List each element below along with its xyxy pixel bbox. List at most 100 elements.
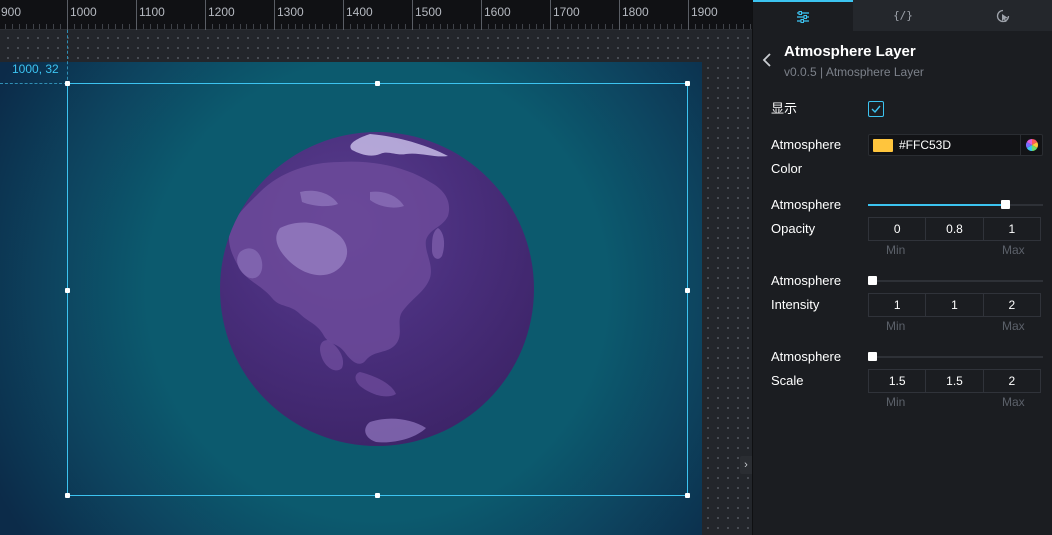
scale-value-input[interactable]: 1.5 [925, 369, 984, 393]
scale-min-input[interactable]: 1.5 [868, 369, 927, 393]
panel-subtitle: v0.0.5 | Atmosphere Layer [784, 65, 924, 79]
ruler-minor-tick [625, 24, 627, 29]
ruler-minor-tick [694, 24, 696, 29]
scale-max-caption: Max [1002, 395, 1025, 409]
ruler-minor-tick [336, 24, 338, 29]
ruler-minor-tick [149, 24, 151, 29]
color-picker-button[interactable] [1020, 135, 1042, 155]
show-checkbox[interactable] [868, 101, 884, 117]
opacity-min-input[interactable]: 0 [868, 217, 927, 241]
ruler-minor-tick [225, 24, 227, 29]
intensity-max-input[interactable]: 2 [982, 293, 1041, 317]
tab-style[interactable] [753, 0, 853, 31]
ruler-minor-tick [301, 24, 303, 29]
back-arrow-icon[interactable] [760, 51, 774, 69]
intensity-max-caption: Max [1002, 319, 1025, 333]
atmosphere-intensity-slider[interactable] [868, 276, 1043, 286]
atmosphere-intensity-range-inputs: 1 1 2 [868, 293, 1043, 317]
ruler-major-tick [412, 0, 413, 30]
opacity-value-input[interactable]: 0.8 [925, 217, 984, 241]
ruler-major-tick [274, 0, 275, 30]
ruler-minor-tick [729, 24, 731, 29]
ruler-minor-tick [87, 24, 89, 29]
tab-data[interactable]: {/} [853, 0, 953, 31]
ruler-minor-tick [612, 24, 614, 29]
ruler-minor-tick [108, 24, 110, 29]
ruler-minor-tick [515, 24, 517, 29]
ruler-minor-tick [598, 24, 600, 29]
sliders-icon [797, 10, 809, 23]
ruler-minor-tick [101, 24, 103, 29]
ruler-minor-tick [18, 24, 20, 29]
slider-thumb[interactable] [1000, 200, 1010, 209]
interaction-icon [996, 9, 1010, 22]
resize-handle-bottom[interactable] [375, 493, 380, 498]
ruler-tick-label: 1400 [346, 5, 373, 19]
intensity-value-input[interactable]: 1 [925, 293, 984, 317]
ruler-minor-tick [184, 24, 186, 29]
atmosphere-scale-label-line1: Atmosphere [771, 349, 842, 364]
atmosphere-opacity-slider[interactable] [868, 200, 1043, 210]
resize-handle-bottom-left[interactable] [65, 493, 70, 498]
resize-handle-bottom-right[interactable] [685, 493, 690, 498]
ruler-minor-tick [122, 24, 124, 29]
ruler-minor-tick [653, 24, 655, 29]
ruler-tick-label: 1200 [208, 5, 235, 19]
ruler-minor-tick [129, 24, 131, 29]
ruler-major-tick [619, 0, 620, 30]
ruler-tick-label: 1100 [139, 5, 165, 19]
ruler-minor-tick [267, 24, 269, 29]
ruler-minor-tick [584, 24, 586, 29]
ruler-minor-tick [446, 24, 448, 29]
scale-max-input[interactable]: 2 [982, 369, 1041, 393]
intensity-min-input[interactable]: 1 [868, 293, 927, 317]
panel-collapse-toggle[interactable]: › [740, 456, 752, 474]
color-swatch[interactable] [873, 139, 893, 152]
opacity-max-caption: Max [1002, 243, 1025, 257]
ruler-tick-label: 1700 [553, 5, 580, 19]
ruler-major-tick [481, 0, 482, 30]
resize-handle-top[interactable] [375, 81, 380, 86]
tab-interaction[interactable] [953, 0, 1052, 31]
resize-handle-right[interactable] [685, 288, 690, 293]
atmosphere-opacity-label-line1: Atmosphere [771, 197, 842, 212]
ruler-minor-tick [198, 24, 200, 29]
ruler-tick-label: 1000 [70, 5, 97, 19]
layer-selection-box[interactable] [65, 81, 690, 498]
ruler-minor-tick [425, 24, 427, 29]
atmosphere-intensity-label-line1: Atmosphere [771, 273, 842, 288]
atmosphere-scale-range-inputs: 1.5 1.5 2 [868, 369, 1043, 393]
ruler-minor-tick [543, 24, 545, 29]
scale-min-caption: Min [886, 395, 906, 409]
ruler-minor-tick [501, 24, 503, 29]
editor-canvas[interactable]: 900 1000 1100 1200 1300 1400 1500 1600 1700 1800 1… [0, 0, 752, 535]
opacity-max-input[interactable]: 1 [982, 217, 1041, 241]
atmosphere-scale-slider[interactable] [868, 352, 1043, 362]
resize-handle-top-left[interactable] [65, 81, 70, 86]
ruler-minor-tick [294, 24, 296, 29]
vertical-guide-line [67, 30, 68, 85]
atmosphere-color-label-line1: Atmosphere [771, 137, 842, 152]
atmosphere-color-input[interactable]: #FFC53D [868, 134, 1043, 156]
color-hex-value[interactable]: #FFC53D [899, 138, 951, 152]
resize-handle-top-right[interactable] [685, 81, 690, 86]
atmosphere-opacity-label-line2: Opacity [771, 221, 816, 236]
ruler-tick-label: 1800 [622, 5, 649, 19]
ruler-minor-tick [80, 24, 82, 29]
color-wheel-icon [1025, 139, 1039, 151]
ruler-minor-tick [660, 24, 662, 29]
ruler-minor-tick [591, 24, 593, 29]
slider-thumb[interactable] [868, 352, 877, 361]
ruler-minor-tick [701, 24, 703, 29]
ruler-minor-tick [170, 24, 172, 29]
ruler-minor-tick [363, 24, 365, 29]
ruler-minor-tick [570, 24, 572, 29]
ruler-minor-tick [460, 24, 462, 29]
ruler-minor-tick [639, 24, 641, 29]
slider-thumb[interactable] [868, 276, 877, 285]
resize-handle-left[interactable] [65, 288, 70, 293]
ruler-minor-tick [405, 24, 407, 29]
ruler-minor-tick [398, 24, 400, 29]
ruler-minor-tick [25, 24, 27, 29]
ruler-minor-tick [39, 24, 41, 29]
